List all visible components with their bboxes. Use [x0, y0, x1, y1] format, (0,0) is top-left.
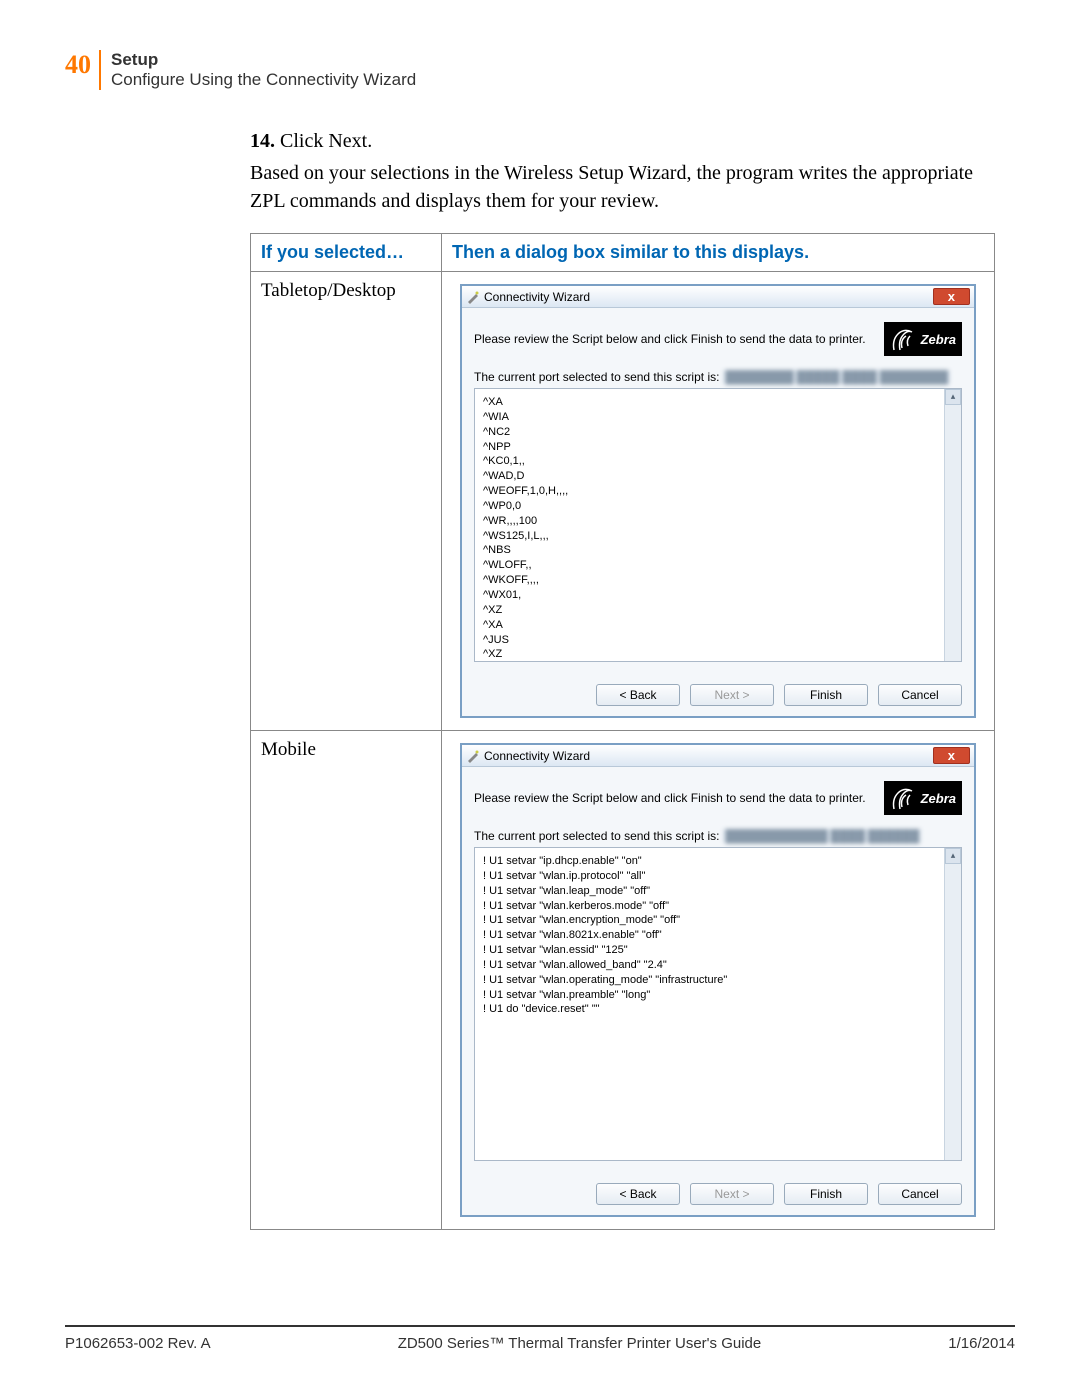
- wizard-icon: [466, 749, 480, 763]
- finish-button[interactable]: Finish: [784, 1183, 868, 1205]
- step-line: 14. Click Next.: [250, 130, 995, 153]
- header-divider: [99, 50, 101, 90]
- finish-button[interactable]: Finish: [784, 684, 868, 706]
- row-label-mobile: Mobile: [251, 731, 442, 1230]
- scroll-up-icon[interactable]: ▴: [945, 389, 961, 405]
- dialog-titlebar: Connectivity Wizard x: [462, 286, 974, 308]
- cancel-button[interactable]: Cancel: [878, 684, 962, 706]
- wizard-icon: [466, 290, 480, 304]
- port-value-redacted: ████████████ ████ ██████: [723, 829, 921, 843]
- subsection-title: Configure Using the Connectivity Wizard: [111, 70, 416, 90]
- step-action: Click Next.: [280, 130, 372, 152]
- selection-table: If you selected… Then a dialog box simil…: [250, 233, 995, 1230]
- port-label: The current port selected to send this s…: [474, 829, 719, 843]
- back-button[interactable]: < Back: [596, 1183, 680, 1205]
- table-row: Mobile Connectivity Wizard x Plea: [251, 731, 995, 1230]
- cancel-button[interactable]: Cancel: [878, 1183, 962, 1205]
- close-button[interactable]: x: [933, 288, 970, 305]
- zebra-logo: Zebra: [884, 781, 962, 815]
- section-title: Setup: [111, 50, 416, 70]
- dialog-instruction: Please review the Script below and click…: [474, 791, 866, 805]
- dialog-desktop: Connectivity Wizard x Please review the …: [460, 284, 976, 718]
- scrollbar[interactable]: ▴: [944, 389, 961, 661]
- page-number: 40: [65, 50, 91, 80]
- col-header-result: Then a dialog box similar to this displa…: [442, 234, 995, 272]
- script-textarea[interactable]: ^XA ^WIA ^NC2 ^NPP ^KC0,1,, ^WAD,D ^WEOF…: [474, 388, 962, 662]
- back-button[interactable]: < Back: [596, 684, 680, 706]
- dialog-title: Connectivity Wizard: [484, 290, 590, 304]
- table-row: Tabletop/Desktop Connectivity Wizard x: [251, 272, 995, 731]
- dialog-mobile: Connectivity Wizard x Please review the …: [460, 743, 976, 1217]
- zebra-logo: Zebra: [884, 322, 962, 356]
- scroll-up-icon[interactable]: ▴: [945, 848, 961, 864]
- footer-doc-title: ZD500 Series™ Thermal Transfer Printer U…: [398, 1335, 762, 1352]
- scrollbar[interactable]: ▴: [944, 848, 961, 1160]
- port-label: The current port selected to send this s…: [474, 370, 719, 384]
- next-button: Next >: [690, 1183, 774, 1205]
- script-textarea[interactable]: ! U1 setvar "ip.dhcp.enable" "on" ! U1 s…: [474, 847, 962, 1161]
- port-value-redacted: ████████ █████ ████ ████████: [723, 370, 950, 384]
- dialog-instruction: Please review the Script below and click…: [474, 332, 866, 346]
- page-footer: P1062653-002 Rev. A ZD500 Series™ Therma…: [65, 1325, 1015, 1352]
- close-button[interactable]: x: [933, 747, 970, 764]
- dialog-titlebar: Connectivity Wizard x: [462, 745, 974, 767]
- step-description: Based on your selections in the Wireless…: [250, 159, 995, 215]
- step-number: 14.: [250, 130, 275, 152]
- col-header-selection: If you selected…: [251, 234, 442, 272]
- footer-part-number: P1062653-002 Rev. A: [65, 1335, 211, 1352]
- next-button: Next >: [690, 684, 774, 706]
- page-header: 40 Setup Configure Using the Connectivit…: [65, 50, 1015, 90]
- footer-date: 1/16/2014: [948, 1335, 1015, 1352]
- row-label-desktop: Tabletop/Desktop: [251, 272, 442, 731]
- dialog-title: Connectivity Wizard: [484, 749, 590, 763]
